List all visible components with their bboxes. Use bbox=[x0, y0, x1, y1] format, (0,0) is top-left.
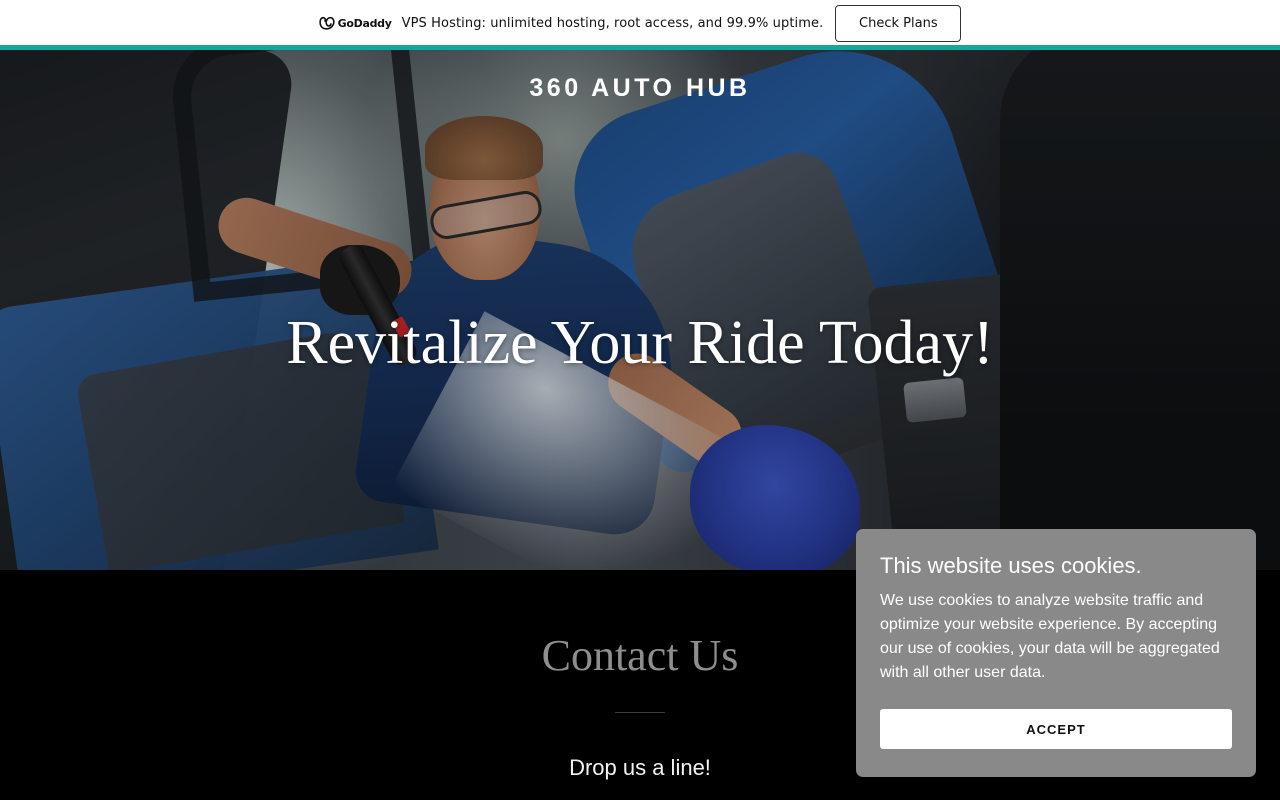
accept-cookies-button[interactable]: ACCEPT bbox=[880, 709, 1232, 749]
promo-bar: GoDaddy VPS Hosting: unlimited hosting, … bbox=[0, 0, 1280, 46]
brand-name: GoDaddy bbox=[337, 16, 392, 30]
promo-text: VPS Hosting: unlimited hosting, root acc… bbox=[401, 15, 824, 31]
check-plans-button[interactable]: Check Plans bbox=[835, 4, 962, 42]
godaddy-logo-icon bbox=[318, 16, 335, 30]
hero-section: 360 AUTO HUB Revitalize Your Ride Today! bbox=[0, 50, 1280, 570]
site-title[interactable]: 360 AUTO HUB bbox=[0, 74, 1280, 103]
cookie-banner: This website uses cookies. We use cookie… bbox=[856, 529, 1256, 777]
cookie-title: This website uses cookies. bbox=[880, 553, 1142, 578]
cookie-body: We use cookies to analyze website traffi… bbox=[880, 592, 1220, 681]
brand-logo[interactable]: GoDaddy bbox=[318, 16, 392, 30]
contact-divider bbox=[615, 712, 665, 713]
hero-headline: Revitalize Your Ride Today! bbox=[286, 309, 994, 377]
promo-content: GoDaddy VPS Hosting: unlimited hosting, … bbox=[318, 4, 962, 42]
